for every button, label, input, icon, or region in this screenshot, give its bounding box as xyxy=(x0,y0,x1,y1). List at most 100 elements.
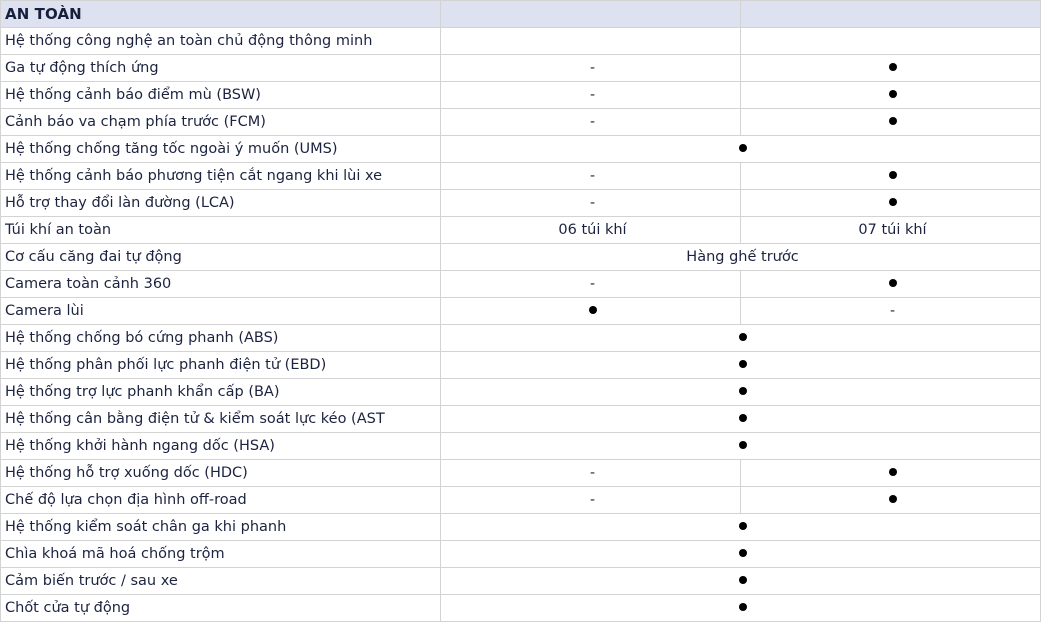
value-cell-merged xyxy=(440,405,1041,433)
feature-label: Hệ thống cảnh báo điểm mù (BSW) xyxy=(0,81,441,109)
value-cell-variant-a: - xyxy=(440,189,741,217)
value-cell-variant-a: - xyxy=(440,108,741,136)
value-cell-variant-b xyxy=(740,54,1041,82)
feature-label: Hỗ trợ thay đổi làn đường (LCA) xyxy=(0,189,441,217)
value-cell-variant-b xyxy=(740,108,1041,136)
available-dot-icon xyxy=(888,279,897,287)
feature-label: Cơ cấu căng đai tự động xyxy=(0,243,441,271)
feature-label: Hệ thống chống bó cứng phanh (ABS) xyxy=(0,324,441,352)
safety-spec-table: AN TOÀN Hệ thống công nghệ an toàn chủ đ… xyxy=(0,0,1041,622)
not-available-dash: - xyxy=(589,465,596,481)
value-text: 07 túi khí xyxy=(858,222,927,238)
value-cell-variant-a xyxy=(440,27,741,55)
value-cell-variant-a: - xyxy=(440,486,741,514)
feature-label: Túi khí an toàn xyxy=(0,216,441,244)
value-cell-merged xyxy=(440,567,1041,595)
available-dot-icon xyxy=(738,414,747,422)
spec-table-body: AN TOÀN Hệ thống công nghệ an toàn chủ đ… xyxy=(0,0,1041,622)
available-dot-icon xyxy=(738,522,747,530)
not-available-dash: - xyxy=(589,114,596,130)
value-cell-variant-b xyxy=(740,189,1041,217)
value-cell-merged xyxy=(440,432,1041,460)
not-available-dash: - xyxy=(589,492,596,508)
value-cell-variant-a xyxy=(440,297,741,325)
feature-label: Hệ thống phân phối lực phanh điện tử (EB… xyxy=(0,351,441,379)
table-row: Hệ thống khởi hành ngang dốc (HSA) xyxy=(0,432,1041,460)
available-dot-icon xyxy=(888,117,897,125)
value-cell-variant-b xyxy=(740,486,1041,514)
feature-label: Camera toàn cảnh 360 xyxy=(0,270,441,298)
value-cell-merged xyxy=(440,324,1041,352)
feature-label: Hệ thống hỗ trợ xuống dốc (HDC) xyxy=(0,459,441,487)
value-text: Hàng ghế trước xyxy=(686,249,799,265)
table-row: Chế độ lựa chọn địa hình off-road - xyxy=(0,486,1041,514)
value-cell-variant-a: - xyxy=(440,81,741,109)
value-cell-variant-a: - xyxy=(440,459,741,487)
feature-label: Hệ thống công nghệ an toàn chủ động thôn… xyxy=(0,27,441,55)
not-available-dash: - xyxy=(589,60,596,76)
feature-label: Hệ thống cân bằng điện tử & kiểm soát lự… xyxy=(0,405,441,433)
table-row: Hệ thống cân bằng điện tử & kiểm soát lự… xyxy=(0,405,1041,433)
table-row: Chìa khoá mã hoá chống trộm xyxy=(0,540,1041,568)
table-row: Cảm biến trước / sau xe xyxy=(0,567,1041,595)
table-row: Ga tự động thích ứng - xyxy=(0,54,1041,82)
feature-label: Cảnh báo va chạm phía trước (FCM) xyxy=(0,108,441,136)
available-dot-icon xyxy=(738,144,747,152)
available-dot-icon xyxy=(738,576,747,584)
value-cell-variant-b xyxy=(740,459,1041,487)
table-row: Hệ thống hỗ trợ xuống dốc (HDC) - xyxy=(0,459,1041,487)
table-row: Hệ thống cảnh báo điểm mù (BSW) - xyxy=(0,81,1041,109)
not-available-dash: - xyxy=(589,87,596,103)
feature-label: Hệ thống trợ lực phanh khẩn cấp (BA) xyxy=(0,378,441,406)
not-available-dash: - xyxy=(589,276,596,292)
value-cell-merged xyxy=(440,378,1041,406)
not-available-dash: - xyxy=(589,195,596,211)
feature-label: Hệ thống khởi hành ngang dốc (HSA) xyxy=(0,432,441,460)
table-row: Hệ thống chống tăng tốc ngoài ý muốn (UM… xyxy=(0,135,1041,163)
value-cell-merged xyxy=(440,135,1041,163)
feature-label: Hệ thống cảnh báo phương tiện cắt ngang … xyxy=(0,162,441,190)
available-dot-icon xyxy=(738,333,747,341)
available-dot-icon xyxy=(588,306,597,314)
value-cell-merged: Hàng ghế trước xyxy=(440,243,1041,271)
value-cell-variant-a: - xyxy=(440,54,741,82)
available-dot-icon xyxy=(888,90,897,98)
feature-label: Cảm biến trước / sau xe xyxy=(0,567,441,595)
value-cell-merged xyxy=(440,540,1041,568)
value-text: 06 túi khí xyxy=(558,222,627,238)
table-row: Camera lùi - xyxy=(0,297,1041,325)
available-dot-icon xyxy=(738,549,747,557)
available-dot-icon xyxy=(738,603,747,611)
table-row: Hệ thống cảnh báo phương tiện cắt ngang … xyxy=(0,162,1041,190)
value-cell-variant-b xyxy=(740,27,1041,55)
section-header-row: AN TOÀN xyxy=(0,0,1041,28)
value-cell-variant-b: 07 túi khí xyxy=(740,216,1041,244)
available-dot-icon xyxy=(738,387,747,395)
value-cell-merged xyxy=(440,513,1041,541)
available-dot-icon xyxy=(888,468,897,476)
not-available-dash: - xyxy=(889,303,896,319)
value-cell-variant-a: - xyxy=(440,162,741,190)
section-header-spacer-a xyxy=(440,0,741,28)
feature-label: Camera lùi xyxy=(0,297,441,325)
section-title: AN TOÀN xyxy=(0,0,441,28)
table-row: Hệ thống kiểm soát chân ga khi phanh xyxy=(0,513,1041,541)
available-dot-icon xyxy=(888,63,897,71)
table-row: Camera toàn cảnh 360 - xyxy=(0,270,1041,298)
table-row: Hỗ trợ thay đổi làn đường (LCA) - xyxy=(0,189,1041,217)
feature-label: Ga tự động thích ứng xyxy=(0,54,441,82)
not-available-dash: - xyxy=(589,168,596,184)
table-row: Cơ cấu căng đai tự động Hàng ghế trước xyxy=(0,243,1041,271)
feature-label: Hệ thống chống tăng tốc ngoài ý muốn (UM… xyxy=(0,135,441,163)
value-cell-variant-b: - xyxy=(740,297,1041,325)
table-row: Hệ thống trợ lực phanh khẩn cấp (BA) xyxy=(0,378,1041,406)
value-cell-variant-b xyxy=(740,81,1041,109)
table-row: Hệ thống phân phối lực phanh điện tử (EB… xyxy=(0,351,1041,379)
table-row: Cảnh báo va chạm phía trước (FCM) - xyxy=(0,108,1041,136)
table-row: Hệ thống công nghệ an toàn chủ động thôn… xyxy=(0,27,1041,55)
table-row: Hệ thống chống bó cứng phanh (ABS) xyxy=(0,324,1041,352)
section-header-spacer-b xyxy=(740,0,1041,28)
available-dot-icon xyxy=(888,495,897,503)
feature-label: Hệ thống kiểm soát chân ga khi phanh xyxy=(0,513,441,541)
table-row: Túi khí an toàn 06 túi khí 07 túi khí xyxy=(0,216,1041,244)
